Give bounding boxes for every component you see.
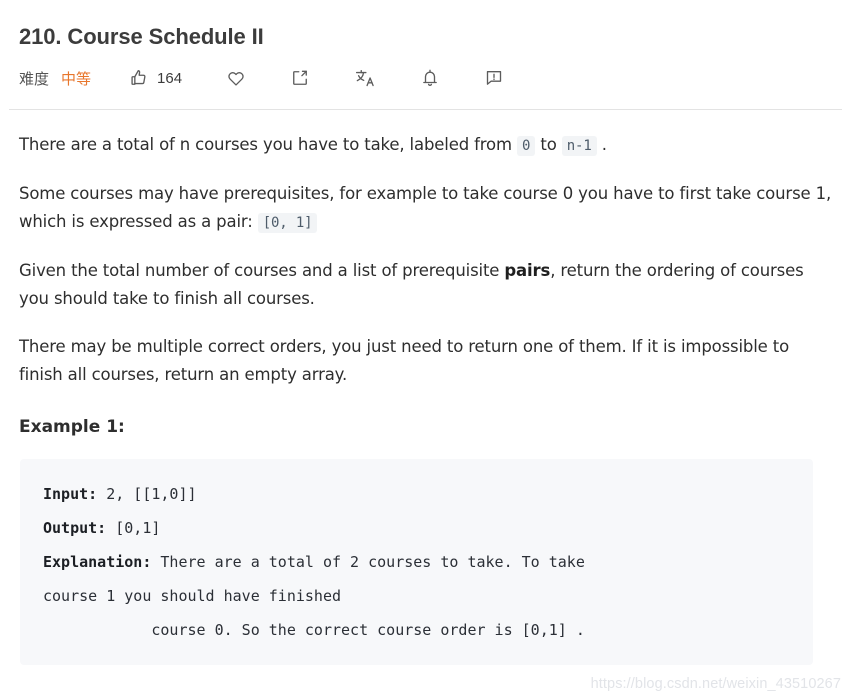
csdn-watermark: https://blog.csdn.net/weixin_43510267 xyxy=(590,676,841,692)
description-paragraph-2: Some courses may have prerequisites, for… xyxy=(19,180,832,237)
inline-code-zero: 0 xyxy=(517,136,536,156)
vote-button[interactable]: 164 xyxy=(129,68,182,88)
code-line-text: course 0. So the correct course order is… xyxy=(43,621,585,639)
description-paragraph-4: There may be multiple correct orders, yo… xyxy=(19,337,790,384)
para3-text-a: Given the total number of courses and a … xyxy=(19,261,505,280)
translate-icon xyxy=(354,68,376,88)
code-line-text: course 1 you should have finished xyxy=(43,587,342,605)
para1-text-b: to xyxy=(535,135,562,154)
code-line-text: There are a total of 2 courses to take. … xyxy=(151,553,585,571)
example-heading: Example 1: xyxy=(19,417,125,437)
problem-content: There are a total of n courses you have … xyxy=(0,131,851,665)
meta-bar: 难度 中等 164 xyxy=(0,52,851,91)
heart-icon xyxy=(226,68,246,88)
share-button[interactable] xyxy=(290,68,310,88)
vote-count: 164 xyxy=(157,69,183,87)
description-paragraph-3: Given the total number of courses and a … xyxy=(19,257,832,313)
code-line: course 0. So the correct course order is… xyxy=(43,613,797,647)
inline-code-n-minus-1: n-1 xyxy=(561,136,597,156)
description-paragraph-1: There are a total of n courses you have … xyxy=(19,131,832,160)
code-line-text: [0,1] xyxy=(106,519,161,537)
problem-page: 210. Course Schedule II 难度 中等 164 There … xyxy=(0,0,851,697)
code-line: Input: 2, [[1,0]] xyxy=(43,477,797,511)
favorite-button[interactable] xyxy=(226,68,246,88)
difficulty-badge: 中等 xyxy=(61,69,92,88)
report-button[interactable] xyxy=(484,68,504,88)
translate-button[interactable] xyxy=(354,68,376,88)
code-line-label: Input: xyxy=(43,485,98,503)
code-line-label: Explanation: xyxy=(43,553,152,571)
code-line-label: Output: xyxy=(43,519,107,537)
code-line-text: 2, [[1,0]] xyxy=(97,485,197,503)
header-divider xyxy=(9,109,842,110)
para2-text-a: Some courses may have prerequisites, for… xyxy=(19,184,832,231)
page-title: 210. Course Schedule II xyxy=(19,24,264,49)
para3-bold-pairs: pairs xyxy=(504,261,551,280)
notification-button[interactable] xyxy=(420,68,440,88)
code-line: Output: [0,1] xyxy=(43,511,797,545)
para1-text-a: There are a total of n courses you have … xyxy=(19,135,518,154)
para1-text-c: . xyxy=(596,135,607,154)
code-line: course 1 you should have finished xyxy=(43,579,797,613)
inline-code-pair: [0, 1] xyxy=(257,213,318,233)
action-toolbar: 164 xyxy=(129,68,504,88)
share-icon xyxy=(290,68,310,88)
example-code-block: Input: 2, [[1,0]] Output: [0,1] Explanat… xyxy=(20,459,813,665)
difficulty-label: 难度 xyxy=(19,69,50,88)
thumbs-up-icon xyxy=(129,68,149,88)
bell-icon xyxy=(420,68,440,88)
code-line: Explanation: There are a total of 2 cour… xyxy=(43,545,797,579)
report-icon xyxy=(484,68,504,88)
